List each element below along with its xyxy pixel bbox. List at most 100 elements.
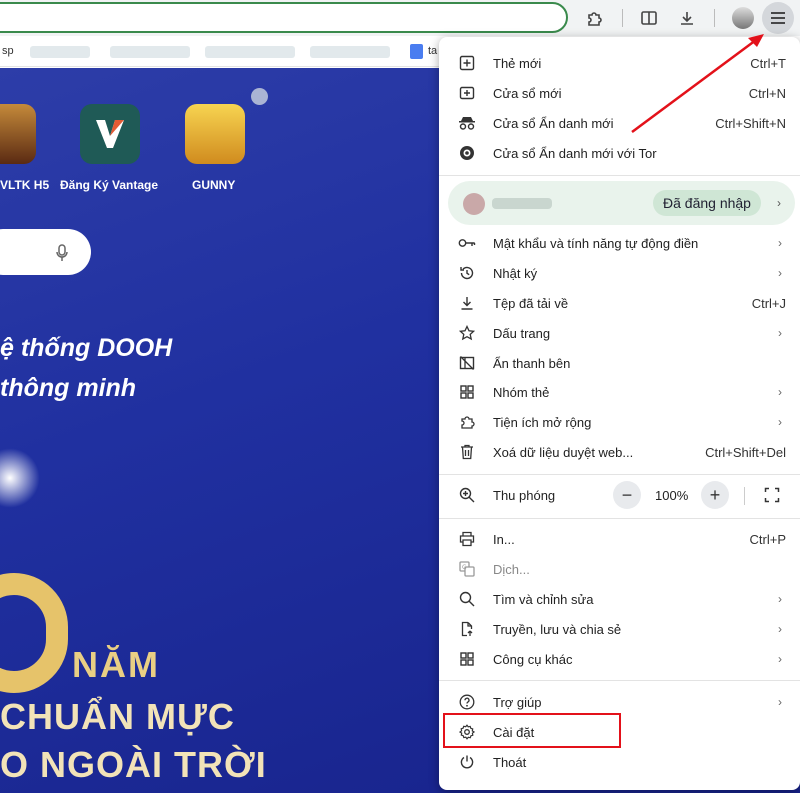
- menu-item-bookmarks[interactable]: Dấu trang ›: [439, 318, 800, 348]
- key-icon: [457, 233, 477, 253]
- menu-item-shortcut: Ctrl+N: [748, 85, 786, 101]
- translate-icon: G: [457, 559, 477, 579]
- edit-shortcuts-icon[interactable]: [251, 88, 268, 105]
- bookmark-item-blurred[interactable]: [205, 46, 295, 58]
- menu-item-hide-sidebar[interactable]: Ẩn thanh bên: [439, 348, 800, 378]
- menu-item-tab-groups[interactable]: Nhóm thẻ ›: [439, 377, 800, 407]
- menu-item-extensions[interactable]: Tiện ích mở rộng ›: [439, 407, 800, 437]
- menu-item-find-edit[interactable]: Tìm và chỉnh sửa ›: [439, 584, 800, 614]
- share-icon: [457, 619, 477, 639]
- browser-toolbar: [0, 0, 800, 36]
- menu-item-incognito[interactable]: Cửa sổ Ẩn danh mới Ctrl+Shift+N: [439, 108, 800, 138]
- menu-item-clear-data[interactable]: Xoá dữ liệu duyệt web... Ctrl+Shift+Del: [439, 437, 800, 467]
- menu-item-label: Dịch...: [493, 561, 530, 577]
- new-tab-icon: [457, 53, 477, 73]
- menu-item-shortcut: Ctrl+P: [749, 531, 786, 547]
- menu-item-label: Truyền, lưu và chia sẻ: [493, 621, 622, 637]
- menu-item-label: Ẩn thanh bên: [493, 355, 571, 371]
- menu-item-more-tools[interactable]: Công cụ khác ›: [439, 644, 800, 674]
- menu-item-downloads[interactable]: Tệp đã tải về Ctrl+J: [439, 288, 800, 318]
- bookmark-item-blurred[interactable]: [310, 46, 390, 58]
- search-icon: [457, 589, 477, 609]
- light-flare: [0, 448, 40, 508]
- chevron-right-icon: ›: [778, 415, 782, 429]
- menu-item-label: Tiện ích mở rộng: [493, 414, 592, 430]
- menu-item-cast-save-share[interactable]: Truyền, lưu và chia sẻ ›: [439, 614, 800, 644]
- menu-item-shortcut: Ctrl+Shift+Del: [705, 444, 786, 460]
- tor-icon: [457, 143, 477, 163]
- menu-item-label: Dấu trang: [493, 325, 551, 341]
- shortcut-label: GUNNY: [192, 178, 236, 192]
- bookmark-item[interactable]: ta: [428, 45, 437, 57]
- vantage-logo-icon: [96, 120, 124, 148]
- star-icon: [457, 323, 477, 343]
- incognito-icon: [457, 113, 477, 133]
- puzzle-icon: [457, 412, 477, 432]
- menu-item-print[interactable]: In... Ctrl+P: [439, 524, 800, 554]
- main-menu-button[interactable]: [762, 2, 794, 34]
- zoom-icon: [457, 485, 477, 505]
- menu-item-shortcut: Ctrl+T: [750, 55, 786, 71]
- menu-item-label: Cửa sổ Ẩn danh mới: [493, 115, 614, 131]
- menu-separator: [439, 474, 800, 475]
- document-icon[interactable]: [410, 44, 423, 59]
- bookmark-item-blurred[interactable]: [110, 46, 190, 58]
- menu-item-translate[interactable]: G Dịch...: [439, 554, 800, 584]
- profile-avatar: [463, 193, 485, 215]
- chevron-right-icon: ›: [778, 652, 782, 666]
- menu-separator: [439, 175, 800, 176]
- tools-icon: [457, 649, 477, 669]
- menu-item-new-window[interactable]: Cửa sổ mới Ctrl+N: [439, 78, 800, 108]
- toolbar-separator: [714, 9, 715, 27]
- ad-text: O NGOÀI TRỜI: [0, 744, 267, 785]
- bookmark-item[interactable]: sp: [2, 45, 14, 57]
- menu-item-label: Cửa sổ mới: [493, 85, 562, 101]
- chevron-right-icon: ›: [778, 385, 782, 399]
- zoom-out-button[interactable]: −: [613, 481, 641, 509]
- menu-item-incognito-tor[interactable]: Cửa sổ Ẩn danh mới với Tor: [439, 138, 800, 168]
- address-bar[interactable]: [0, 2, 568, 33]
- menu-item-exit[interactable]: Thoát: [439, 747, 800, 777]
- menu-separator: [439, 518, 800, 519]
- ad-text: NĂM: [72, 644, 160, 685]
- ad-headline: ệ thống DOOH: [0, 334, 173, 362]
- menu-item-label: Trợ giúp: [493, 694, 542, 710]
- chevron-right-icon: ›: [778, 326, 782, 340]
- menu-item-label: Thoát: [493, 754, 527, 770]
- ad-text: CHUẨN MỰC: [0, 696, 235, 737]
- new-window-icon: [457, 83, 477, 103]
- search-input[interactable]: [0, 229, 91, 275]
- bookmark-item-blurred[interactable]: [30, 46, 90, 58]
- extensions-icon[interactable]: [581, 5, 607, 31]
- menu-item-passwords[interactable]: Mật khẩu và tính năng tự động điền ›: [439, 228, 800, 258]
- menu-item-label: Nhóm thẻ: [493, 384, 550, 400]
- zoom-level: 100%: [655, 487, 689, 503]
- menu-item-label: Thẻ mới: [493, 55, 542, 71]
- menu-item-label: Xoá dữ liệu duyệt web...: [493, 444, 634, 460]
- menu-item-history[interactable]: Nhật ký ›: [439, 258, 800, 288]
- shortcut-tile-gunny[interactable]: [185, 104, 245, 164]
- profile-row[interactable]: Đã đăng nhập ›: [448, 181, 795, 225]
- split-view-icon[interactable]: [636, 5, 662, 31]
- chevron-right-icon: ›: [777, 196, 781, 210]
- download-toolbar-icon[interactable]: [674, 5, 700, 31]
- microphone-icon[interactable]: [56, 244, 68, 267]
- history-icon: [457, 263, 477, 283]
- shortcut-label: Đăng Ký Vantage: [60, 178, 159, 192]
- menu-item-label: Mật khẩu và tính năng tự động điền: [493, 235, 699, 251]
- menu-item-label: In...: [493, 531, 515, 547]
- menu-separator: [439, 680, 800, 681]
- power-icon: [457, 752, 477, 772]
- shortcut-tile-vantage[interactable]: [80, 104, 140, 164]
- menu-item-label: Cửa sổ Ẩn danh mới với Tor: [493, 145, 657, 161]
- menu-item-label: Tệp đã tải về: [493, 295, 569, 311]
- zoom-separator: [744, 487, 745, 505]
- settings-highlight-box: [443, 713, 621, 748]
- menu-item-new-tab[interactable]: Thẻ mới Ctrl+T: [439, 48, 800, 78]
- chevron-right-icon: ›: [778, 695, 782, 709]
- menu-item-label: Thu phóng: [493, 487, 556, 503]
- fullscreen-icon[interactable]: [761, 484, 783, 506]
- shortcut-tile-vltk[interactable]: [0, 104, 36, 164]
- profile-avatar[interactable]: [732, 7, 754, 29]
- zoom-in-button[interactable]: +: [701, 481, 729, 509]
